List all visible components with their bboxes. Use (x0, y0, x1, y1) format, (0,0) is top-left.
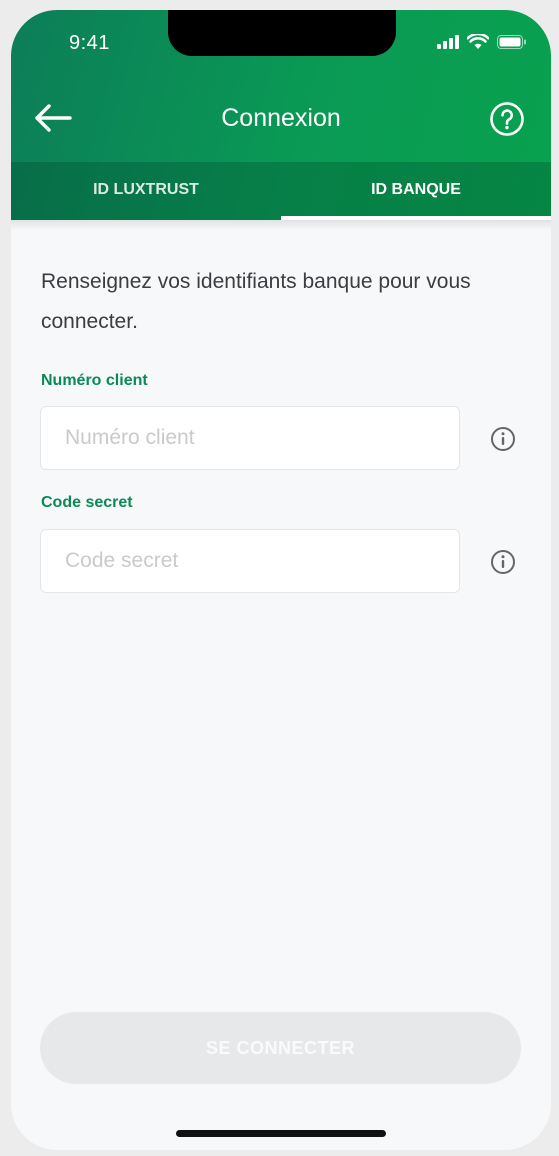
client-number-input[interactable] (40, 406, 460, 470)
signal-icon (437, 35, 459, 49)
secret-code-input[interactable] (40, 529, 460, 593)
wifi-icon (467, 34, 489, 49)
battery-icon (497, 35, 526, 49)
status-icons (437, 34, 527, 50)
info-icon[interactable] (490, 549, 516, 575)
secret-code-label: Code secret (41, 494, 133, 511)
tab-id-banque[interactable]: ID BANQUE (281, 162, 551, 220)
connect-button[interactable]: SE CONNECTER (40, 1012, 521, 1084)
home-indicator (176, 1130, 386, 1137)
header-shadow (11, 220, 551, 230)
client-number-label: Numéro client (41, 372, 148, 389)
app-header: 9:41 Connexion ID LUXTRUST ID BANQUE (11, 10, 551, 220)
question-circle-icon[interactable] (489, 101, 525, 137)
phone-screen: 9:41 Connexion ID LUXTRUST ID BANQUE Ren… (11, 10, 551, 1150)
login-tabs: ID LUXTRUST ID BANQUE (11, 162, 551, 220)
info-icon[interactable] (490, 426, 516, 452)
page-title: Connexion (221, 104, 341, 132)
device-notch (168, 10, 396, 56)
intro-text: Renseignez vos identifiants banque pour … (41, 270, 471, 333)
tab-id-luxtrust[interactable]: ID LUXTRUST (11, 162, 281, 220)
status-time: 9:41 (69, 32, 110, 54)
